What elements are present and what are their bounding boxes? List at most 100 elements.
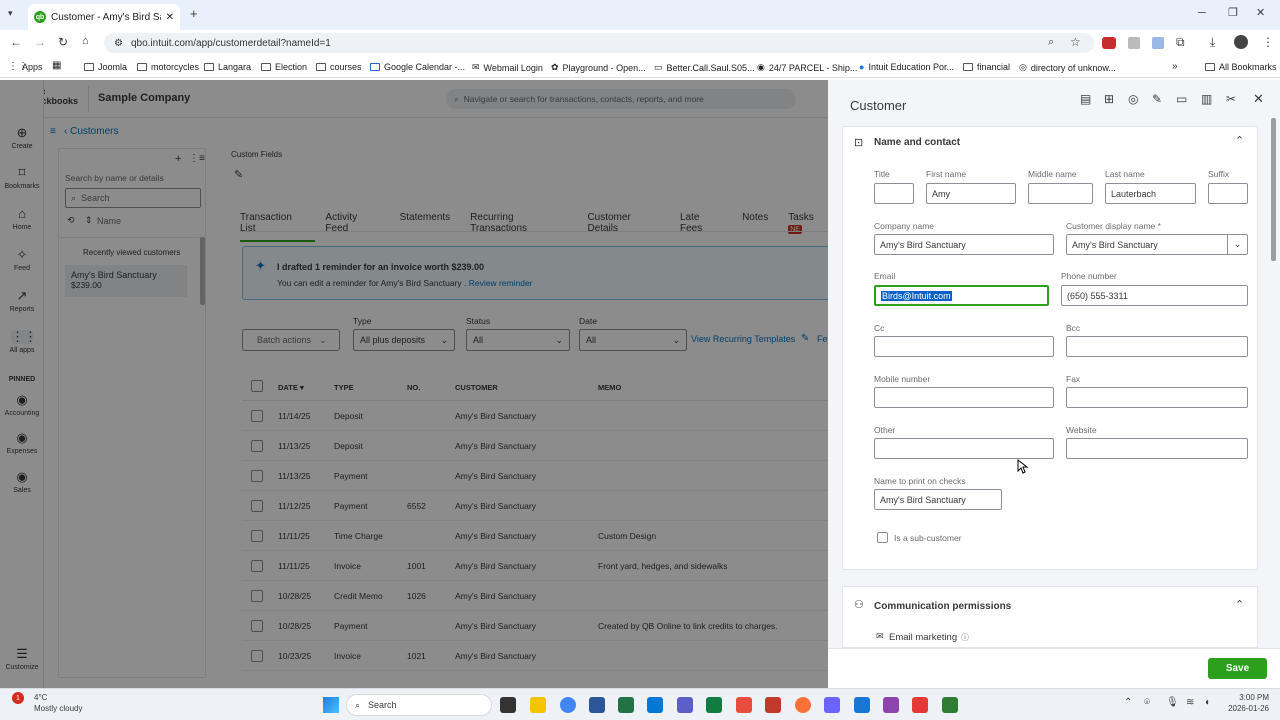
- bookmark-directory[interactable]: ◎ directory of unknow...: [1019, 62, 1116, 73]
- firefox-icon[interactable]: [795, 697, 811, 713]
- middle-name-field[interactable]: [1028, 183, 1093, 204]
- network-icon[interactable]: ⌾: [1144, 697, 1150, 708]
- taskbar-search[interactable]: ⌕ Search: [346, 694, 492, 716]
- bookmark-election[interactable]: Election: [261, 62, 307, 72]
- windows-start-icon[interactable]: [323, 697, 339, 713]
- extension-icon-3[interactable]: [1152, 37, 1164, 49]
- fax-field[interactable]: [1066, 387, 1248, 408]
- zoom-icon[interactable]: ⌕: [1048, 36, 1054, 49]
- profile-avatar[interactable]: [1234, 35, 1248, 49]
- app-icon-3[interactable]: [824, 697, 840, 713]
- app-icon-2[interactable]: [736, 697, 752, 713]
- notepad-icon[interactable]: [854, 697, 870, 713]
- comm-title: Communication permissions: [874, 601, 1012, 612]
- other-field[interactable]: [874, 438, 1054, 459]
- location-icon[interactable]: ◎: [1128, 92, 1138, 106]
- extension-icon[interactable]: [1102, 37, 1116, 49]
- bookmark-langara[interactable]: Langara: [204, 62, 251, 72]
- bookmark-parcel[interactable]: ◉ 24/7 PARCEL - Ship...: [757, 62, 857, 73]
- notes-icon[interactable]: ▥: [1201, 92, 1212, 106]
- close-drawer-icon[interactable]: ✕: [1253, 91, 1264, 107]
- app-icon-5[interactable]: [942, 697, 958, 713]
- close-tab-icon[interactable]: ✕: [166, 12, 174, 23]
- maximize-icon[interactable]: ❐: [1228, 6, 1238, 19]
- weather-text[interactable]: Mostly cloudy: [34, 704, 82, 713]
- drawer-scrollbar[interactable]: [1271, 118, 1276, 261]
- hierarchy-icon[interactable]: ⊞: [1104, 92, 1114, 106]
- app-icon-4[interactable]: [883, 697, 899, 713]
- home-icon[interactable]: ⌂: [82, 35, 89, 47]
- folder-icon: [204, 63, 214, 71]
- tab-groups-icon[interactable]: ▦: [52, 60, 61, 71]
- info-icon[interactable]: ⓘ: [961, 632, 969, 643]
- all-bookmarks[interactable]: All Bookmarks: [1205, 62, 1277, 72]
- star-icon[interactable]: ☆: [1070, 35, 1081, 49]
- save-button[interactable]: Save: [1208, 658, 1267, 679]
- last-name-field[interactable]: Lauterbach: [1105, 183, 1196, 204]
- email-field[interactable]: Birds@Intuit.com: [874, 285, 1049, 306]
- bookmark-google-calendar[interactable]: Google Calendar -...: [370, 62, 465, 72]
- pdf-icon[interactable]: [765, 697, 781, 713]
- bcc-field[interactable]: [1066, 336, 1248, 357]
- phone-field[interactable]: (650) 555-3311: [1061, 285, 1248, 306]
- bookmark-apps[interactable]: Apps: [22, 62, 43, 72]
- cc-field[interactable]: [874, 336, 1054, 357]
- document-icon[interactable]: ▤: [1080, 92, 1091, 106]
- task-view-icon[interactable]: [500, 697, 516, 713]
- suffix-field[interactable]: [1208, 183, 1248, 204]
- forward-icon[interactable]: →: [34, 35, 46, 49]
- file-explorer-icon[interactable]: [530, 697, 546, 713]
- volume-icon[interactable]: ◖: [1204, 697, 1210, 708]
- tray-chevron-icon[interactable]: ⌃: [1124, 697, 1132, 708]
- chevron-up-icon[interactable]: ⌃: [1235, 134, 1244, 147]
- site-info-icon[interactable]: ⚙: [114, 38, 123, 49]
- more-bookmarks-icon[interactable]: »: [1172, 61, 1178, 72]
- youtube-icon[interactable]: [912, 697, 928, 713]
- print-name-field[interactable]: Amy's Bird Sanctuary: [874, 489, 1002, 510]
- temperature[interactable]: 4°C: [34, 693, 47, 702]
- browser-tab-customer[interactable]: qb Customer - Amy's Bird Sanctu ✕: [28, 4, 180, 30]
- extensions-puzzle-icon[interactable]: ⧉: [1176, 35, 1185, 50]
- bookmark-webmail[interactable]: ✉ Webmail Login: [472, 62, 543, 73]
- url-text: qbo.intuit.com/app/customerdetail?nameId…: [130, 37, 331, 49]
- extension-icon-2[interactable]: [1128, 37, 1140, 49]
- photos-icon[interactable]: [677, 697, 693, 713]
- bookmark-better-call-saul[interactable]: ▭ Better.Call.Saul.S05...: [654, 62, 755, 73]
- window-close-icon[interactable]: ✕: [1256, 6, 1265, 19]
- card-icon[interactable]: ▭: [1176, 92, 1187, 106]
- app-icon[interactable]: [706, 697, 722, 713]
- bookmark-courses[interactable]: courses: [316, 62, 362, 72]
- back-icon[interactable]: ←: [10, 35, 22, 49]
- first-name-field[interactable]: Amy: [926, 183, 1016, 204]
- clock-date[interactable]: 2026-01-26: [1224, 704, 1269, 713]
- chevron-up-icon[interactable]: ⌃: [1235, 598, 1244, 611]
- bookmark-motorcycles[interactable]: motorcycles: [137, 62, 199, 72]
- url-field[interactable]: ⚙ qbo.intuit.com/app/customerdetail?name…: [104, 33, 1094, 53]
- chrome-menu-icon[interactable]: ⋮: [1262, 35, 1274, 49]
- bookmark-playground[interactable]: ✿ Playground - Open...: [551, 62, 646, 73]
- tab-menu-icon[interactable]: ▾: [8, 8, 13, 19]
- wifi-icon[interactable]: ≋: [1186, 697, 1194, 708]
- clock-time[interactable]: 3:00 PM: [1237, 693, 1269, 702]
- display-name-select[interactable]: Amy's Bird Sanctuary ⌄: [1066, 234, 1248, 255]
- word-icon[interactable]: [589, 697, 605, 713]
- bookmark-joomla[interactable]: Joomla: [84, 62, 127, 72]
- excel-icon[interactable]: [618, 697, 634, 713]
- bookmark-financial[interactable]: financial: [963, 62, 1010, 72]
- outlook-icon[interactable]: [647, 697, 663, 713]
- mic-icon[interactable]: 🎙: [1166, 697, 1179, 708]
- sub-customer-checkbox[interactable]: [877, 532, 888, 543]
- mobile-field[interactable]: [874, 387, 1054, 408]
- company-name-field[interactable]: Amy's Bird Sanctuary: [874, 234, 1054, 255]
- reload-icon[interactable]: ↻: [58, 35, 68, 49]
- new-tab-icon[interactable]: +: [190, 6, 198, 21]
- edit-icon[interactable]: ✎: [1152, 92, 1162, 106]
- title-field[interactable]: [874, 183, 914, 204]
- bookmark-intuit-education[interactable]: ● Intuit Education Por...: [859, 62, 954, 72]
- download-icon[interactable]: ⤓: [1210, 35, 1215, 50]
- chrome-taskbar-icon[interactable]: [560, 697, 576, 713]
- website-field[interactable]: [1066, 438, 1248, 459]
- minimize-icon[interactable]: ─: [1198, 7, 1206, 19]
- modal-backdrop[interactable]: [0, 80, 828, 688]
- tools-icon[interactable]: ✂: [1226, 92, 1236, 106]
